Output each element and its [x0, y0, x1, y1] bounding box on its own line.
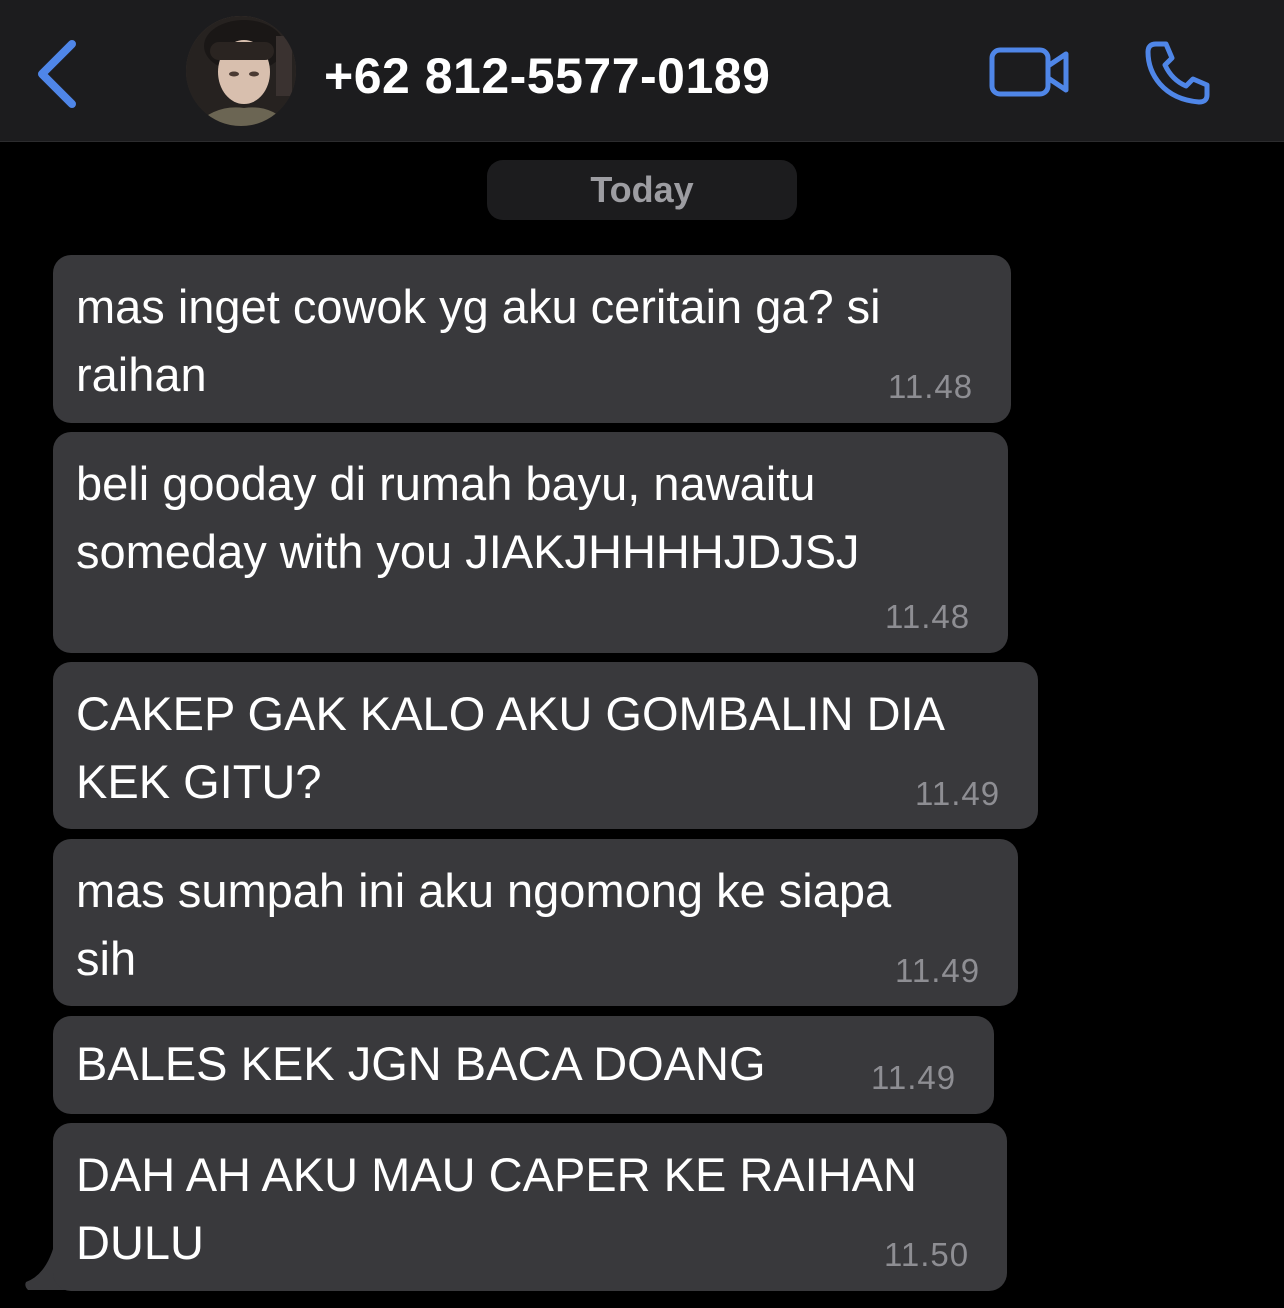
message-bubble[interactable]: beli gooday di rumah bayu, nawaitu somed… — [53, 432, 1008, 653]
message-time: 11.48 — [885, 598, 971, 635]
message-time: 11.49 — [915, 775, 1001, 812]
date-separator: Today — [487, 160, 797, 220]
message-line: DULU — [76, 1216, 204, 1269]
video-camera-icon — [989, 47, 1069, 97]
contact-title[interactable]: +62 812-5577-0189 — [324, 46, 770, 106]
message-line: sih — [76, 932, 137, 985]
message-bubble[interactable]: BALES KEK JGN BACA DOANG 11.49 — [53, 1016, 994, 1114]
message-text: beli gooday di rumah bayu, nawaitu somed… — [76, 450, 860, 586]
message-time: 11.48 — [888, 368, 974, 405]
contact-avatar[interactable] — [186, 16, 296, 126]
message-bubble[interactable]: mas inget cowok yg aku ceritain ga? si r… — [53, 255, 1011, 423]
video-call-button[interactable] — [988, 44, 1072, 100]
message-line: mas sumpah ini aku ngomong ke siapa — [76, 864, 892, 917]
message-line: beli gooday di rumah bayu, nawaitu — [76, 457, 816, 510]
message-text: BALES KEK JGN BACA DOANG — [76, 1030, 766, 1098]
chevron-left-icon — [38, 40, 76, 108]
message-time: 11.49 — [895, 952, 981, 989]
message-time: 11.50 — [884, 1236, 970, 1273]
voice-call-button[interactable] — [1142, 38, 1214, 108]
message-bubble[interactable]: DAH AH AKU MAU CAPER KE RAIHAN DULU 11.5… — [53, 1123, 1007, 1291]
message-time: 11.49 — [871, 1059, 957, 1096]
message-text: DAH AH AKU MAU CAPER KE RAIHAN DULU — [76, 1141, 917, 1277]
message-bubble[interactable]: mas sumpah ini aku ngomong ke siapa sih … — [53, 839, 1018, 1006]
message-line: DAH AH AKU MAU CAPER KE RAIHAN — [76, 1148, 917, 1201]
message-line: raihan — [76, 348, 207, 401]
message-line: someday with you JIAKJHHHHJDJSJ — [76, 525, 860, 578]
back-button[interactable] — [30, 38, 90, 110]
message-text: mas sumpah ini aku ngomong ke siapa sih — [76, 857, 891, 993]
message-line: KEK GITU? — [76, 755, 322, 808]
phone-icon — [1145, 41, 1210, 105]
chat-header: +62 812-5577-0189 — [0, 0, 1284, 142]
avatar-photo — [186, 16, 296, 126]
message-line: mas inget cowok yg aku ceritain ga? si — [76, 280, 881, 333]
message-line: BALES KEK JGN BACA DOANG — [76, 1037, 766, 1090]
message-line: CAKEP GAK KALO AKU GOMBALIN DIA — [76, 687, 945, 740]
message-bubble[interactable]: CAKEP GAK KALO AKU GOMBALIN DIA KEK GITU… — [53, 662, 1038, 829]
message-text: mas inget cowok yg aku ceritain ga? si r… — [76, 273, 881, 409]
message-text: CAKEP GAK KALO AKU GOMBALIN DIA KEK GITU… — [76, 680, 945, 816]
